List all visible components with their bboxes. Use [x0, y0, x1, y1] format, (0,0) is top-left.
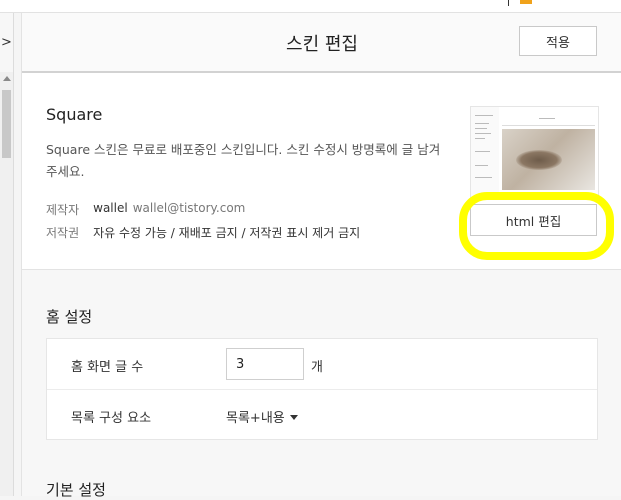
- preview-line: [475, 133, 491, 134]
- skin-name: Square: [46, 105, 103, 124]
- chevron-right-icon[interactable]: >: [0, 13, 13, 71]
- list-elements-select[interactable]: 목록+내용: [226, 407, 298, 426]
- accent-mark: [520, 0, 532, 4]
- scroll-up-icon[interactable]: [3, 76, 11, 81]
- copyright-text: 자유 수정 가능 / 재배포 금지 / 저작권 표시 제거 금지: [93, 226, 361, 240]
- preview-line: [475, 128, 487, 129]
- skin-description: Square 스킨은 무료로 배포중인 스킨입니다. 스킨 수정시 방명록에 글…: [46, 142, 441, 179]
- caret-down-icon: [289, 414, 298, 420]
- skin-preview-thumbnail: [470, 106, 599, 198]
- author-row: 제작자 wallel wallel@tistory.com: [46, 201, 245, 218]
- post-count-unit: 개: [311, 360, 323, 375]
- preview-line: [539, 118, 555, 119]
- preview-line: [475, 115, 493, 116]
- post-count-label: 홈 화면 글 수: [71, 360, 144, 375]
- preview-line: [475, 123, 489, 124]
- basic-settings-title: 기본 설정: [46, 481, 106, 499]
- author-email: wallel@tistory.com: [132, 201, 246, 215]
- list-elements-label: 목록 구성 요소: [71, 411, 152, 426]
- home-settings-card: 홈 화면 글 수 개 목록 구성 요소 목록+내용: [46, 338, 598, 440]
- skin-info: Square Square 스킨은 무료로 배포중인 스킨입니다. 스킨 수정시…: [22, 73, 621, 270]
- copyright-label: 저작권: [46, 226, 80, 240]
- home-settings-title: 홈 설정: [46, 308, 93, 326]
- panel-header: 스킨 편집 적용: [22, 13, 621, 73]
- preview-line: [475, 138, 485, 139]
- list-elements-value: 목록+내용: [226, 411, 285, 426]
- preview-line: [502, 125, 595, 126]
- preview-line: [475, 165, 488, 166]
- author-name: wallel: [93, 201, 128, 215]
- top-divider: [508, 0, 509, 6]
- top-strip: [0, 0, 621, 13]
- preview-sidebar: [471, 107, 499, 197]
- scrollbar-thumb[interactable]: [2, 90, 11, 158]
- copyright-row: 저작권 자유 수정 가능 / 재배포 금지 / 저작권 표시 제거 금지: [46, 224, 360, 241]
- html-edit-button[interactable]: html 편집: [470, 204, 597, 236]
- skin-edit-panel: 스킨 편집 적용 Square Square 스킨은 무료로 배포중인 스킨입니…: [21, 13, 621, 499]
- apply-button[interactable]: 적용: [519, 26, 597, 56]
- preview-cat-image: [516, 150, 562, 170]
- list-elements-row: 목록 구성 요소 목록+내용: [47, 390, 597, 440]
- author-label: 제작자: [46, 203, 80, 217]
- post-count-row: 홈 화면 글 수 개: [47, 339, 597, 390]
- preview-line: [475, 177, 492, 178]
- post-count-input[interactable]: [226, 348, 304, 380]
- preview-line: [475, 151, 490, 152]
